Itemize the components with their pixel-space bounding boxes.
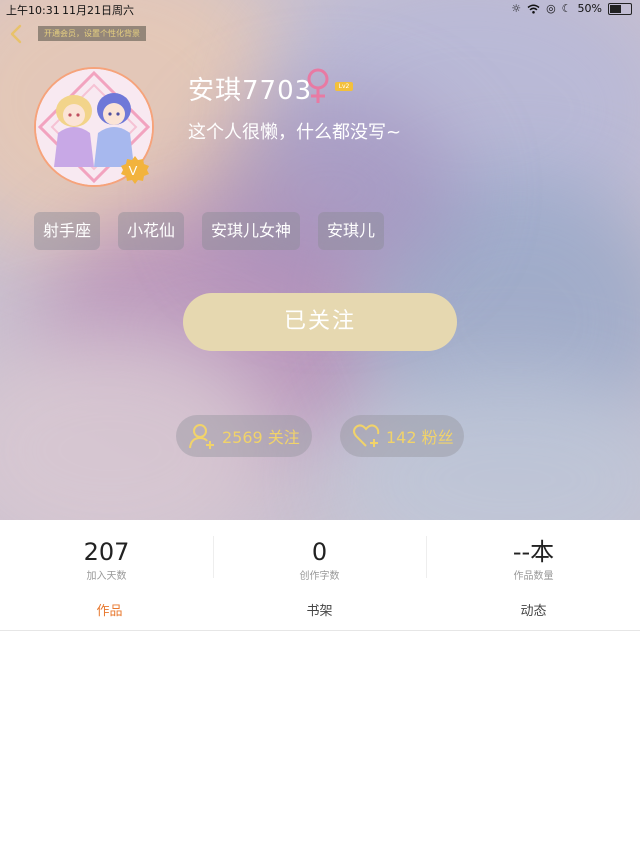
following-count-button[interactable]: 2569 关注	[176, 415, 312, 457]
chevron-left-icon	[10, 24, 22, 44]
tag-item[interactable]: 射手座	[34, 212, 101, 250]
fans-count-button[interactable]: 142 粉丝	[340, 415, 464, 457]
tab-activity[interactable]: 动态	[427, 600, 640, 619]
moon-icon: ☾	[561, 2, 572, 15]
status-bar: 上午10:31 11月21日周六 ☼ ◎ ☾ 50%	[0, 0, 640, 18]
battery-icon	[608, 2, 632, 15]
tab-bookshelf[interactable]: 书架	[213, 600, 426, 619]
stat-value: 0	[311, 538, 328, 566]
stat-label: 作品数量	[513, 571, 554, 582]
user-bio: 这个人很懒，什么都没写~	[188, 122, 402, 143]
stat-word-count: 0 创作字数	[213, 520, 426, 582]
divider	[213, 536, 214, 578]
followed-button[interactable]: 已关注	[183, 293, 457, 351]
status-icons: ☼ ◎ ☾ 50%	[511, 2, 632, 15]
vip-badge-letter: V	[129, 163, 138, 178]
tab-works[interactable]: 作品	[3, 600, 216, 619]
vip-badge: V	[120, 155, 150, 185]
stat-join-days: 207 加入天数	[0, 520, 213, 582]
username: 安琪7703	[188, 76, 313, 106]
status-time: 上午10:31	[6, 4, 60, 17]
following-count: 2569 关注	[222, 428, 300, 447]
fans-count: 142 粉丝	[386, 428, 454, 447]
tag-item[interactable]: 安琪儿	[318, 212, 385, 250]
tab-bar: 作品 书架 动态	[0, 600, 640, 630]
stats-row: 207 加入天数 0 创作字数 --本 作品数量	[0, 520, 640, 592]
status-date: 11月21日周六	[62, 4, 134, 17]
lock-rotation-icon: ◎	[546, 2, 556, 15]
add-user-icon	[189, 424, 214, 449]
heart-plus-icon	[353, 424, 380, 447]
brightness-icon: ☼	[511, 2, 522, 15]
battery-percent: 50%	[577, 2, 602, 15]
female-icon	[307, 68, 329, 103]
divider	[0, 630, 640, 631]
stat-works-count: --本 作品数量	[427, 520, 640, 582]
vip-badge-icon: V	[121, 156, 149, 184]
level-badge: Lv2	[335, 82, 353, 91]
tag-list: 射手座 小花仙 安琪儿女神 安琪儿	[34, 212, 385, 250]
tag-item[interactable]: 安琪儿女神	[202, 212, 301, 250]
back-button[interactable]	[6, 22, 28, 46]
tag-item[interactable]: 小花仙	[118, 212, 185, 250]
stat-value: --本	[512, 538, 555, 566]
stat-value: 207	[83, 538, 130, 566]
wifi-icon	[527, 4, 540, 14]
vip-upgrade-banner[interactable]: 开通会员，设置个性化背景	[38, 26, 146, 41]
stat-label: 创作字数	[299, 571, 340, 582]
divider	[426, 536, 427, 578]
stat-label: 加入天数	[86, 571, 127, 582]
